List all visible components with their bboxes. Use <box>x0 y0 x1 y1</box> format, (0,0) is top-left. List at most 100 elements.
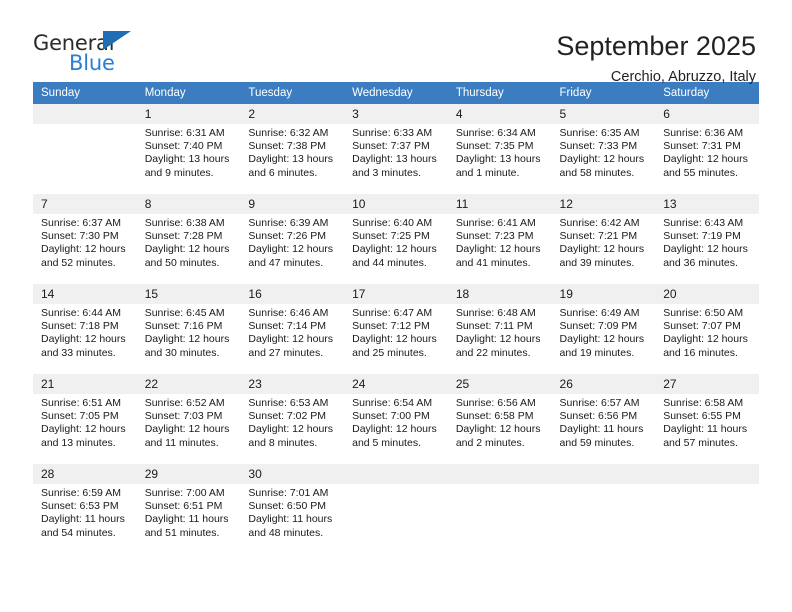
day-details: Sunrise: 6:33 AM Sunset: 7:37 PM Daylight:… <box>344 124 448 180</box>
calendar-day-cell[interactable]: 8 Sunrise: 6:38 AM Sunset: 7:28 PM Daylight… <box>136 194 241 284</box>
sunrise-text: Sunrise: 6:43 AM <box>663 217 744 229</box>
sunset-text: Sunset: 7:14 PM <box>248 320 327 333</box>
day-number: 7 <box>33 194 137 214</box>
calendar-cell-inner: 3 Sunrise: 6:33 AM Sunset: 7:37 PM Daylight… <box>344 104 448 194</box>
daylight-text-line2: and 30 minutes. <box>144 346 220 359</box>
calendar-cell-inner: 26 Sunrise: 6:57 AM Sunset: 6:56 PM Dayligh… <box>551 374 656 464</box>
daylight-text-line1: Daylight: 12 hours <box>559 243 645 256</box>
daylight-text-line2: and 48 minutes. <box>248 526 324 539</box>
calendar-day-cell[interactable]: 15 Sunrise: 6:45 AM Sunset: 7:16 PM Dayligh… <box>136 284 241 374</box>
sunset-text: Sunset: 7:09 PM <box>559 320 638 333</box>
daylight-text-line2: and 59 minutes. <box>559 436 635 449</box>
calendar-day-cell[interactable]: 29 Sunrise: 7:00 AM Sunset: 6:51 PM Dayligh… <box>136 464 241 554</box>
calendar-day-cell[interactable]: 14 Sunrise: 6:44 AM Sunset: 7:18 PM Dayligh… <box>33 284 137 374</box>
calendar-day-cell[interactable]: 10 Sunrise: 6:40 AM Sunset: 7:25 PM Dayligh… <box>344 194 448 284</box>
sunset-text: Sunset: 7:23 PM <box>455 230 534 243</box>
title-block: September 2025 Cerchio, Abruzzo, Italy <box>556 28 756 87</box>
calendar-day-cell[interactable]: 25 Sunrise: 6:56 AM Sunset: 6:58 PM Dayligh… <box>447 374 552 464</box>
sunrise-text: Sunrise: 6:53 AM <box>248 397 329 409</box>
day-details: Sunrise: 6:56 AM Sunset: 6:58 PM Daylight:… <box>448 394 552 450</box>
sunset-text: Sunset: 6:51 PM <box>144 500 223 513</box>
calendar-day-cell[interactable]: 17 Sunrise: 6:47 AM Sunset: 7:12 PM Dayligh… <box>344 284 448 374</box>
calendar-day-cell[interactable]: 27 Sunrise: 6:58 AM Sunset: 6:55 PM Dayligh… <box>655 374 759 464</box>
sunrise-text: Sunrise: 7:00 AM <box>144 487 225 499</box>
day-number: 17 <box>344 284 448 304</box>
daylight-text-line1: Daylight: 11 hours <box>559 423 644 436</box>
sunset-text: Sunset: 7:35 PM <box>455 140 534 153</box>
calendar-cell-inner <box>551 464 656 554</box>
daylight-text-line1: Daylight: 11 hours <box>663 423 748 436</box>
calendar-day-cell[interactable]: 11 Sunrise: 6:41 AM Sunset: 7:23 PM Dayligh… <box>447 194 552 284</box>
calendar-day-cell[interactable]: 1 Sunrise: 6:31 AM Sunset: 7:40 PM Daylight… <box>136 104 241 194</box>
daylight-text-line1: Daylight: 12 hours <box>559 153 645 166</box>
daylight-text-line2: and 25 minutes. <box>352 346 427 359</box>
daylight-text-line1: Daylight: 12 hours <box>455 333 541 346</box>
sunrise-text: Sunrise: 6:49 AM <box>559 307 640 319</box>
calendar-day-cell[interactable]: 12 Sunrise: 6:42 AM Sunset: 7:21 PM Dayligh… <box>551 194 656 284</box>
daylight-text-line2: and 6 minutes. <box>248 166 318 179</box>
calendar-day-cell[interactable]: 28 Sunrise: 6:59 AM Sunset: 6:53 PM Dayligh… <box>33 464 137 554</box>
daylight-text-line2: and 16 minutes. <box>663 346 738 359</box>
calendar-day-cell[interactable]: 16 Sunrise: 6:46 AM Sunset: 7:14 PM Dayligh… <box>240 284 345 374</box>
daylight-text-line1: Daylight: 12 hours <box>248 243 334 256</box>
day-number: 12 <box>551 194 656 214</box>
day-details: Sunrise: 6:42 AM Sunset: 7:21 PM Daylight:… <box>552 214 656 270</box>
calendar-day-cell[interactable]: 9 Sunrise: 6:39 AM Sunset: 7:26 PM Daylight… <box>240 194 345 284</box>
calendar-day-cell[interactable]: 30 Sunrise: 7:01 AM Sunset: 6:50 PM Dayligh… <box>240 464 345 554</box>
calendar-day-cell[interactable]: 13 Sunrise: 6:43 AM Sunset: 7:19 PM Dayligh… <box>655 194 759 284</box>
day-number: 13 <box>655 194 759 214</box>
daylight-text-line1: Daylight: 12 hours <box>663 333 748 346</box>
calendar-day-cell[interactable]: 5 Sunrise: 6:35 AM Sunset: 7:33 PM Daylight… <box>551 104 656 194</box>
calendar-day-cell[interactable]: 6 Sunrise: 6:36 AM Sunset: 7:31 PM Daylight… <box>655 104 759 194</box>
day-number: 25 <box>447 374 552 394</box>
calendar-day-cell[interactable]: 3 Sunrise: 6:33 AM Sunset: 7:37 PM Daylight… <box>344 104 448 194</box>
sunrise-text: Sunrise: 6:42 AM <box>559 217 640 229</box>
day-number: 8 <box>136 194 241 214</box>
calendar-week-row: 7 Sunrise: 6:37 AM Sunset: 7:30 PM Daylight… <box>33 194 759 284</box>
sunrise-text: Sunrise: 6:47 AM <box>352 307 433 319</box>
sunset-text: Sunset: 6:55 PM <box>663 410 741 423</box>
day-details: Sunrise: 6:59 AM Sunset: 6:53 PM Daylight:… <box>33 484 137 540</box>
day-number: 21 <box>33 374 137 394</box>
calendar-day-cell[interactable]: 26 Sunrise: 6:57 AM Sunset: 6:56 PM Dayligh… <box>551 374 656 464</box>
day-details: Sunrise: 6:45 AM Sunset: 7:16 PM Daylight:… <box>137 304 241 360</box>
day-number: 16 <box>240 284 345 304</box>
logo-triangle-icon <box>103 31 131 50</box>
calendar-day-cell[interactable]: 20 Sunrise: 6:50 AM Sunset: 7:07 PM Dayligh… <box>655 284 759 374</box>
calendar-day-cell[interactable]: 23 Sunrise: 6:53 AM Sunset: 7:02 PM Dayligh… <box>240 374 345 464</box>
day-number: 10 <box>344 194 448 214</box>
day-number: 6 <box>655 104 759 124</box>
day-details: Sunrise: 6:51 AM Sunset: 7:05 PM Daylight:… <box>33 394 137 450</box>
daylight-text-line1: Daylight: 13 hours <box>352 153 437 166</box>
calendar-day-cell[interactable]: 24 Sunrise: 6:54 AM Sunset: 7:00 PM Dayligh… <box>344 374 448 464</box>
weekday-header-wednesday: Wednesday <box>344 82 448 104</box>
day-number: 20 <box>655 284 759 304</box>
calendar-cell-inner: 9 Sunrise: 6:39 AM Sunset: 7:26 PM Daylight… <box>240 194 345 284</box>
calendar-day-cell[interactable]: 19 Sunrise: 6:49 AM Sunset: 7:09 PM Dayligh… <box>551 284 656 374</box>
calendar-cell-empty <box>447 464 552 554</box>
calendar-day-cell[interactable]: 22 Sunrise: 6:52 AM Sunset: 7:03 PM Dayligh… <box>136 374 241 464</box>
sunrise-text: Sunrise: 6:41 AM <box>455 217 536 229</box>
calendar-container: Sunday Monday Tuesday Wednesday Thursday… <box>0 82 792 554</box>
calendar-page: General Blue September 2025 Cerchio, Abr… <box>0 0 792 612</box>
calendar-cell-empty <box>655 464 759 554</box>
calendar-day-cell[interactable]: 21 Sunrise: 6:51 AM Sunset: 7:05 PM Dayligh… <box>33 374 137 464</box>
day-details: Sunrise: 6:57 AM Sunset: 6:56 PM Daylight:… <box>552 394 656 450</box>
calendar-week-row: 28 Sunrise: 6:59 AM Sunset: 6:53 PM Dayligh… <box>33 464 759 554</box>
day-details: Sunrise: 7:01 AM Sunset: 6:50 PM Daylight:… <box>240 484 344 540</box>
day-number: 29 <box>136 464 241 484</box>
day-details: Sunrise: 6:48 AM Sunset: 7:11 PM Daylight:… <box>448 304 552 360</box>
daylight-text-line2: and 13 minutes. <box>41 436 116 449</box>
day-details: Sunrise: 6:54 AM Sunset: 7:00 PM Daylight:… <box>344 394 448 450</box>
calendar-cell-inner: 7 Sunrise: 6:37 AM Sunset: 7:30 PM Daylight… <box>33 194 137 284</box>
calendar-cell-empty <box>551 464 656 554</box>
day-details: Sunrise: 6:38 AM Sunset: 7:28 PM Daylight:… <box>137 214 241 270</box>
calendar-day-cell[interactable]: 4 Sunrise: 6:34 AM Sunset: 7:35 PM Daylight… <box>447 104 552 194</box>
calendar-day-cell[interactable]: 7 Sunrise: 6:37 AM Sunset: 7:30 PM Daylight… <box>33 194 137 284</box>
sunrise-text: Sunrise: 6:48 AM <box>455 307 536 319</box>
day-details: Sunrise: 6:34 AM Sunset: 7:35 PM Daylight:… <box>448 124 552 180</box>
day-number: 15 <box>136 284 241 304</box>
calendar-day-cell[interactable]: 18 Sunrise: 6:48 AM Sunset: 7:11 PM Dayligh… <box>447 284 552 374</box>
sunset-text: Sunset: 7:07 PM <box>663 320 741 333</box>
calendar-day-cell[interactable]: 2 Sunrise: 6:32 AM Sunset: 7:38 PM Daylight… <box>240 104 345 194</box>
